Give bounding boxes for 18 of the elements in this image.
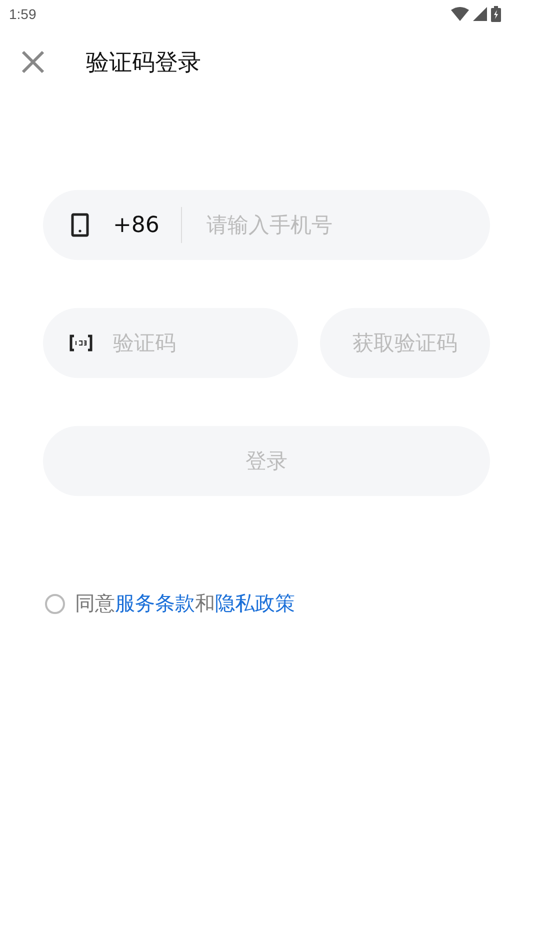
signal-icon <box>473 7 487 21</box>
country-code[interactable]: +86 <box>113 212 160 238</box>
agree-checkbox[interactable] <box>45 594 65 614</box>
battery-icon <box>491 6 501 22</box>
terms-link[interactable]: 隐私政策 <box>215 591 295 615</box>
phone-field[interactable]: +86 请输入手机号 <box>43 190 490 260</box>
page-title: 验证码登录 <box>86 48 201 78</box>
close-icon <box>20 49 46 75</box>
phone-icon <box>71 213 89 237</box>
code-input[interactable]: 验证码 <box>111 330 298 356</box>
code-icon <box>69 334 93 352</box>
code-field[interactable]: 验证码 <box>43 308 298 378</box>
terms-link[interactable]: 服务条款 <box>115 591 195 615</box>
wifi-icon <box>451 7 469 21</box>
clock-time: 1:59 <box>9 6 36 22</box>
close-button[interactable] <box>20 49 46 75</box>
phone-input[interactable]: 请输入手机号 <box>204 212 490 238</box>
agreement-text: 同意服务条款和隐私政策 <box>75 590 295 617</box>
